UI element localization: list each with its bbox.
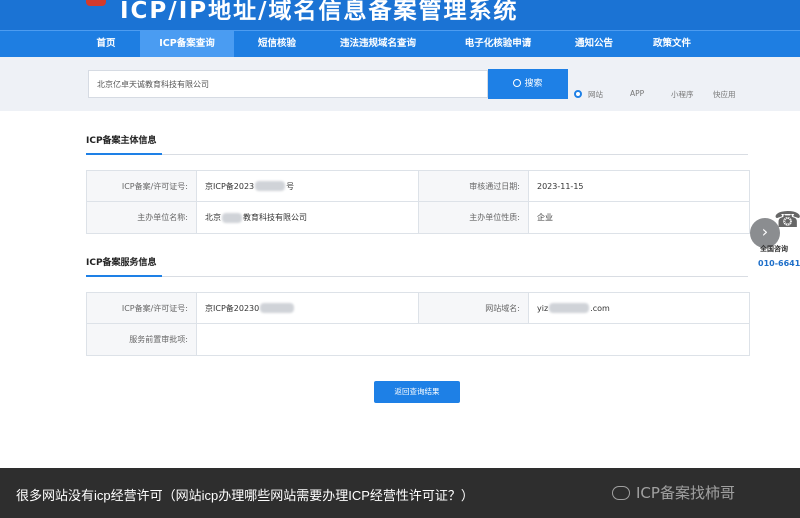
consult-label: 全国咨询 xyxy=(760,245,788,253)
search-icon xyxy=(513,79,522,87)
redaction-mask xyxy=(549,303,590,313)
subject-info-table: ICP备案/许可证号: 京ICP备2023 号 审核通过日期: 2023-11-1… xyxy=(86,170,750,234)
search-panel: 搜索 网站 APP 小程序 快应用 xyxy=(0,57,800,111)
field-label: ICP备案/许可证号: xyxy=(87,293,197,323)
table-row: 服务前置审批项: xyxy=(87,324,749,355)
redaction-mask xyxy=(255,181,286,191)
emblem-icon xyxy=(86,0,106,6)
consult-phone[interactable]: 010-6641 xyxy=(758,259,800,268)
redaction-mask xyxy=(260,303,295,313)
site-header: ICP/IP地址/域名信息备案管理系统 xyxy=(0,0,800,30)
wechat-icon xyxy=(612,486,630,500)
nav-item-notices[interactable]: 通知公告 xyxy=(562,31,626,57)
type-option-app[interactable]: APP xyxy=(630,89,644,98)
search-input[interactable] xyxy=(88,70,488,98)
site-title: ICP/IP地址/域名信息备案管理系统 xyxy=(120,0,519,24)
section-divider xyxy=(86,276,748,277)
table-row: ICP备案/许可证号: 京ICP备20230 网站域名: yiz .com xyxy=(87,293,749,324)
nav-item-sms-verify[interactable]: 短信核验 xyxy=(244,31,310,57)
field-value-organizer-name: 北京 教育科技有限公司 xyxy=(197,202,419,233)
field-label: 主办单位名称: xyxy=(87,202,197,233)
search-button[interactable]: 搜索 xyxy=(488,69,568,99)
field-value-license-no: 京ICP备2023 号 xyxy=(197,171,419,201)
type-option-mini-program[interactable]: 小程序 xyxy=(671,89,694,100)
return-to-results-button[interactable]: 返回查询结果 xyxy=(374,381,460,403)
watermark-text: ICP备案找柿哥 xyxy=(636,484,735,502)
field-value-domain: yiz .com xyxy=(537,303,610,313)
field-value-license-no: 京ICP备20230 xyxy=(197,293,419,323)
table-row: 主办单位名称: 北京 教育科技有限公司 主办单位性质: 企业 xyxy=(87,202,749,233)
service-info-table: ICP备案/许可证号: 京ICP备20230 网站域名: yiz .com 服务前… xyxy=(86,292,750,356)
main-nav: 首页 ICP备案查询 短信核验 违法违规域名查询 电子化核验申请 通知公告 政策… xyxy=(0,30,800,57)
caption-text: 很多网站没有icp经营许可（网站icp办理哪些网站需要办理ICP经营性许可证？） xyxy=(16,488,474,503)
nav-item-illegal-domain-query[interactable]: 违法违规域名查询 xyxy=(322,31,434,57)
section-divider xyxy=(86,154,748,155)
table-row: ICP备案/许可证号: 京ICP备2023 号 审核通过日期: 2023-11-1… xyxy=(87,171,749,202)
type-option-website[interactable]: 网站 xyxy=(588,89,603,100)
radio-selected-icon[interactable] xyxy=(574,90,582,98)
section-underline xyxy=(86,275,162,277)
nav-item-e-verify-apply[interactable]: 电子化核验申请 xyxy=(448,31,548,57)
field-label: 网站域名: xyxy=(419,293,529,323)
field-value-approval-date: 2023-11-15 xyxy=(537,181,584,191)
field-value-pre-approval xyxy=(197,324,749,355)
caption-bar: 很多网站没有icp经营许可（网站icp办理哪些网站需要办理ICP经营性许可证？）… xyxy=(0,468,800,518)
redaction-mask xyxy=(222,212,242,223)
nav-item-icp-query[interactable]: ICP备案查询 xyxy=(140,31,234,57)
field-label: ICP备案/许可证号: xyxy=(87,171,197,201)
field-label: 主办单位性质: xyxy=(419,202,529,233)
nav-item-home[interactable]: 首页 xyxy=(84,31,128,57)
nav-item-policy-docs[interactable]: 政策文件 xyxy=(640,31,704,57)
field-label: 审核通过日期: xyxy=(419,171,529,201)
type-option-quick-app[interactable]: 快应用 xyxy=(713,89,736,100)
field-value-organizer-type: 企业 xyxy=(537,213,553,222)
section-underline xyxy=(86,153,162,155)
watermark: ICP备案找柿哥 xyxy=(612,482,735,503)
field-label: 服务前置审批项: xyxy=(87,324,197,355)
section-title-service: ICP备案服务信息 xyxy=(86,258,157,268)
section-title-subject: ICP备案主体信息 xyxy=(86,136,157,146)
search-button-label: 搜索 xyxy=(524,79,543,89)
